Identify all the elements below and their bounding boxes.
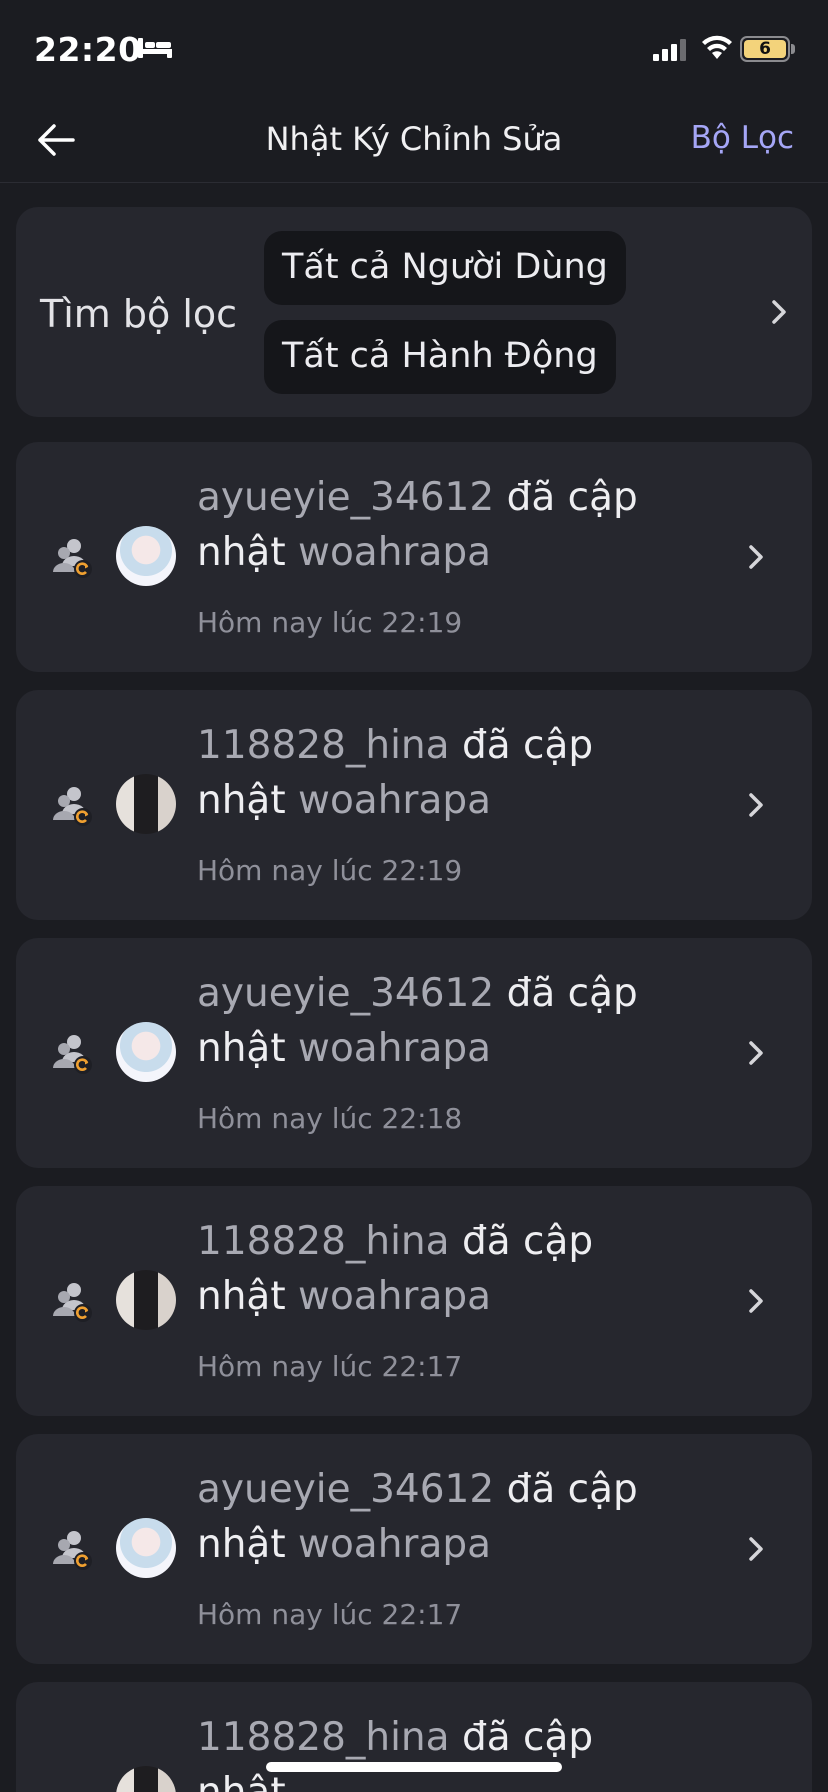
filter-button[interactable]: Bộ Lọc [691, 120, 794, 156]
chevron-right-icon [749, 1041, 763, 1065]
entry-text: 118828_hina đã cập nhật [197, 1710, 687, 1792]
filter-label: Tìm bộ lọc [40, 292, 238, 336]
entry-time: Hôm nay lúc 22:19 [197, 854, 463, 887]
entry-target: woahrapa [298, 1274, 492, 1319]
entry-user[interactable]: 118828_hina [197, 1219, 450, 1264]
actions-filter-chip[interactable]: Tất cả Hành Động [264, 320, 616, 394]
entry-text: ayueyie_34612 đã cập nhật woahrapa [197, 966, 687, 1076]
entry-user[interactable]: 118828_hina [197, 723, 450, 768]
avatar[interactable] [116, 526, 176, 586]
audit-log-entry[interactable]: 118828_hina đã cập nhật woahrapa Hôm nay… [16, 1186, 812, 1416]
audit-log-entry[interactable]: 118828_hina đã cập nhật [16, 1682, 812, 1792]
entry-target: woahrapa [298, 778, 492, 823]
home-indicator[interactable] [266, 1762, 562, 1772]
chevron-right-icon [749, 793, 763, 817]
avatar[interactable] [116, 1518, 176, 1578]
battery-cap [791, 44, 795, 54]
wifi-icon [702, 35, 732, 59]
bed-icon [138, 38, 172, 58]
entry-text: ayueyie_34612 đã cập nhật woahrapa [197, 1462, 687, 1572]
entry-user[interactable]: ayueyie_34612 [197, 971, 494, 1016]
audit-log-entry[interactable]: ayueyie_34612 đã cập nhật woahrapa Hôm n… [16, 938, 812, 1168]
avatar[interactable] [116, 774, 176, 834]
status-bar: 22:20 6 [0, 0, 828, 100]
audit-log-entry[interactable]: 118828_hina đã cập nhật woahrapa Hôm nay… [16, 690, 812, 920]
signal-icon [653, 39, 686, 61]
member-update-icon [53, 1283, 92, 1322]
entry-time: Hôm nay lúc 22:18 [197, 1102, 463, 1135]
battery-icon: 6 [740, 36, 790, 62]
status-time: 22:20 [34, 30, 142, 69]
entry-target: woahrapa [298, 1026, 492, 1071]
chevron-right-icon [749, 1537, 763, 1561]
users-filter-chip[interactable]: Tất cả Người Dùng [264, 231, 626, 305]
member-update-icon [53, 1035, 92, 1074]
entry-text: 118828_hina đã cập nhật woahrapa [197, 718, 687, 828]
audit-log-entry[interactable]: ayueyie_34612 đã cập nhật woahrapa Hôm n… [16, 1434, 812, 1664]
entry-time: Hôm nay lúc 22:17 [197, 1598, 463, 1631]
entry-time: Hôm nay lúc 22:19 [197, 606, 463, 639]
entry-user[interactable]: 118828_hina [197, 1715, 450, 1760]
chevron-right-icon [772, 300, 786, 324]
chevron-right-icon [749, 545, 763, 569]
filter-card[interactable]: Tìm bộ lọc Tất cả Người Dùng Tất cả Hành… [16, 207, 812, 417]
avatar[interactable] [116, 1766, 176, 1792]
avatar[interactable] [116, 1022, 176, 1082]
entry-time: Hôm nay lúc 22:17 [197, 1350, 463, 1383]
entry-text: ayueyie_34612 đã cập nhật woahrapa [197, 470, 687, 580]
entry-user[interactable]: ayueyie_34612 [197, 475, 494, 520]
avatar[interactable] [116, 1270, 176, 1330]
entry-user[interactable]: ayueyie_34612 [197, 1467, 494, 1512]
chevron-right-icon [749, 1289, 763, 1313]
member-update-icon [53, 1531, 92, 1570]
member-update-icon [53, 787, 92, 826]
entry-text: 118828_hina đã cập nhật woahrapa [197, 1214, 687, 1324]
header: Nhật Ký Chỉnh Sửa Bộ Lọc [0, 100, 828, 183]
battery-percent: 6 [759, 39, 771, 59]
entry-target: woahrapa [298, 1522, 492, 1567]
audit-log-entry[interactable]: ayueyie_34612 đã cập nhật woahrapa Hôm n… [16, 442, 812, 672]
member-update-icon [53, 539, 92, 578]
entry-target: woahrapa [298, 530, 492, 575]
